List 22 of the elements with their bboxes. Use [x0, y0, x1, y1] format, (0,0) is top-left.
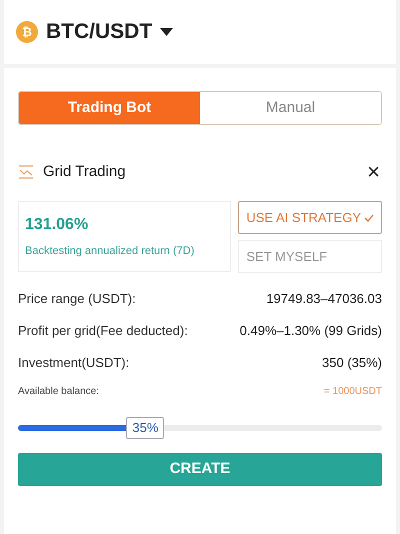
detail-label: Price range (USDT): — [18, 290, 136, 308]
mode-tab[interactable]: Trading Bot — [19, 92, 200, 124]
detail-label: Available balance: — [18, 384, 99, 398]
return-value: 131.06% — [25, 215, 90, 236]
coin-icon: ₿ — [16, 21, 38, 43]
slider-handle[interactable]: 35% — [126, 417, 164, 439]
check-icon — [364, 214, 374, 222]
detail-label: Investment(USDT): — [18, 354, 130, 372]
close-button[interactable]: × — [367, 161, 382, 183]
grid-chart-icon — [18, 165, 34, 179]
detail-value: = 1000USDT — [324, 384, 382, 398]
strategy-option[interactable]: SET MYSELF — [238, 240, 382, 273]
detail-label: Profit per grid(Fee deducted): — [18, 322, 188, 340]
detail-value: 350 (35%) — [322, 354, 382, 372]
detail-value: 0.49%–1.30% (99 Grids) — [240, 322, 382, 340]
detail-value: 19749.83–47036.03 — [266, 290, 382, 308]
strategy-title: Grid Trading — [43, 162, 126, 182]
pair-selector[interactable]: BTC/USDT — [46, 16, 174, 48]
return-caption: Backtesting annualized return (7D) — [25, 244, 196, 260]
create-button[interactable]: CREATE — [18, 453, 382, 486]
strategy-option[interactable]: USE AI STRATEGY — [238, 201, 382, 234]
dropdown-caret-icon — [160, 28, 174, 36]
